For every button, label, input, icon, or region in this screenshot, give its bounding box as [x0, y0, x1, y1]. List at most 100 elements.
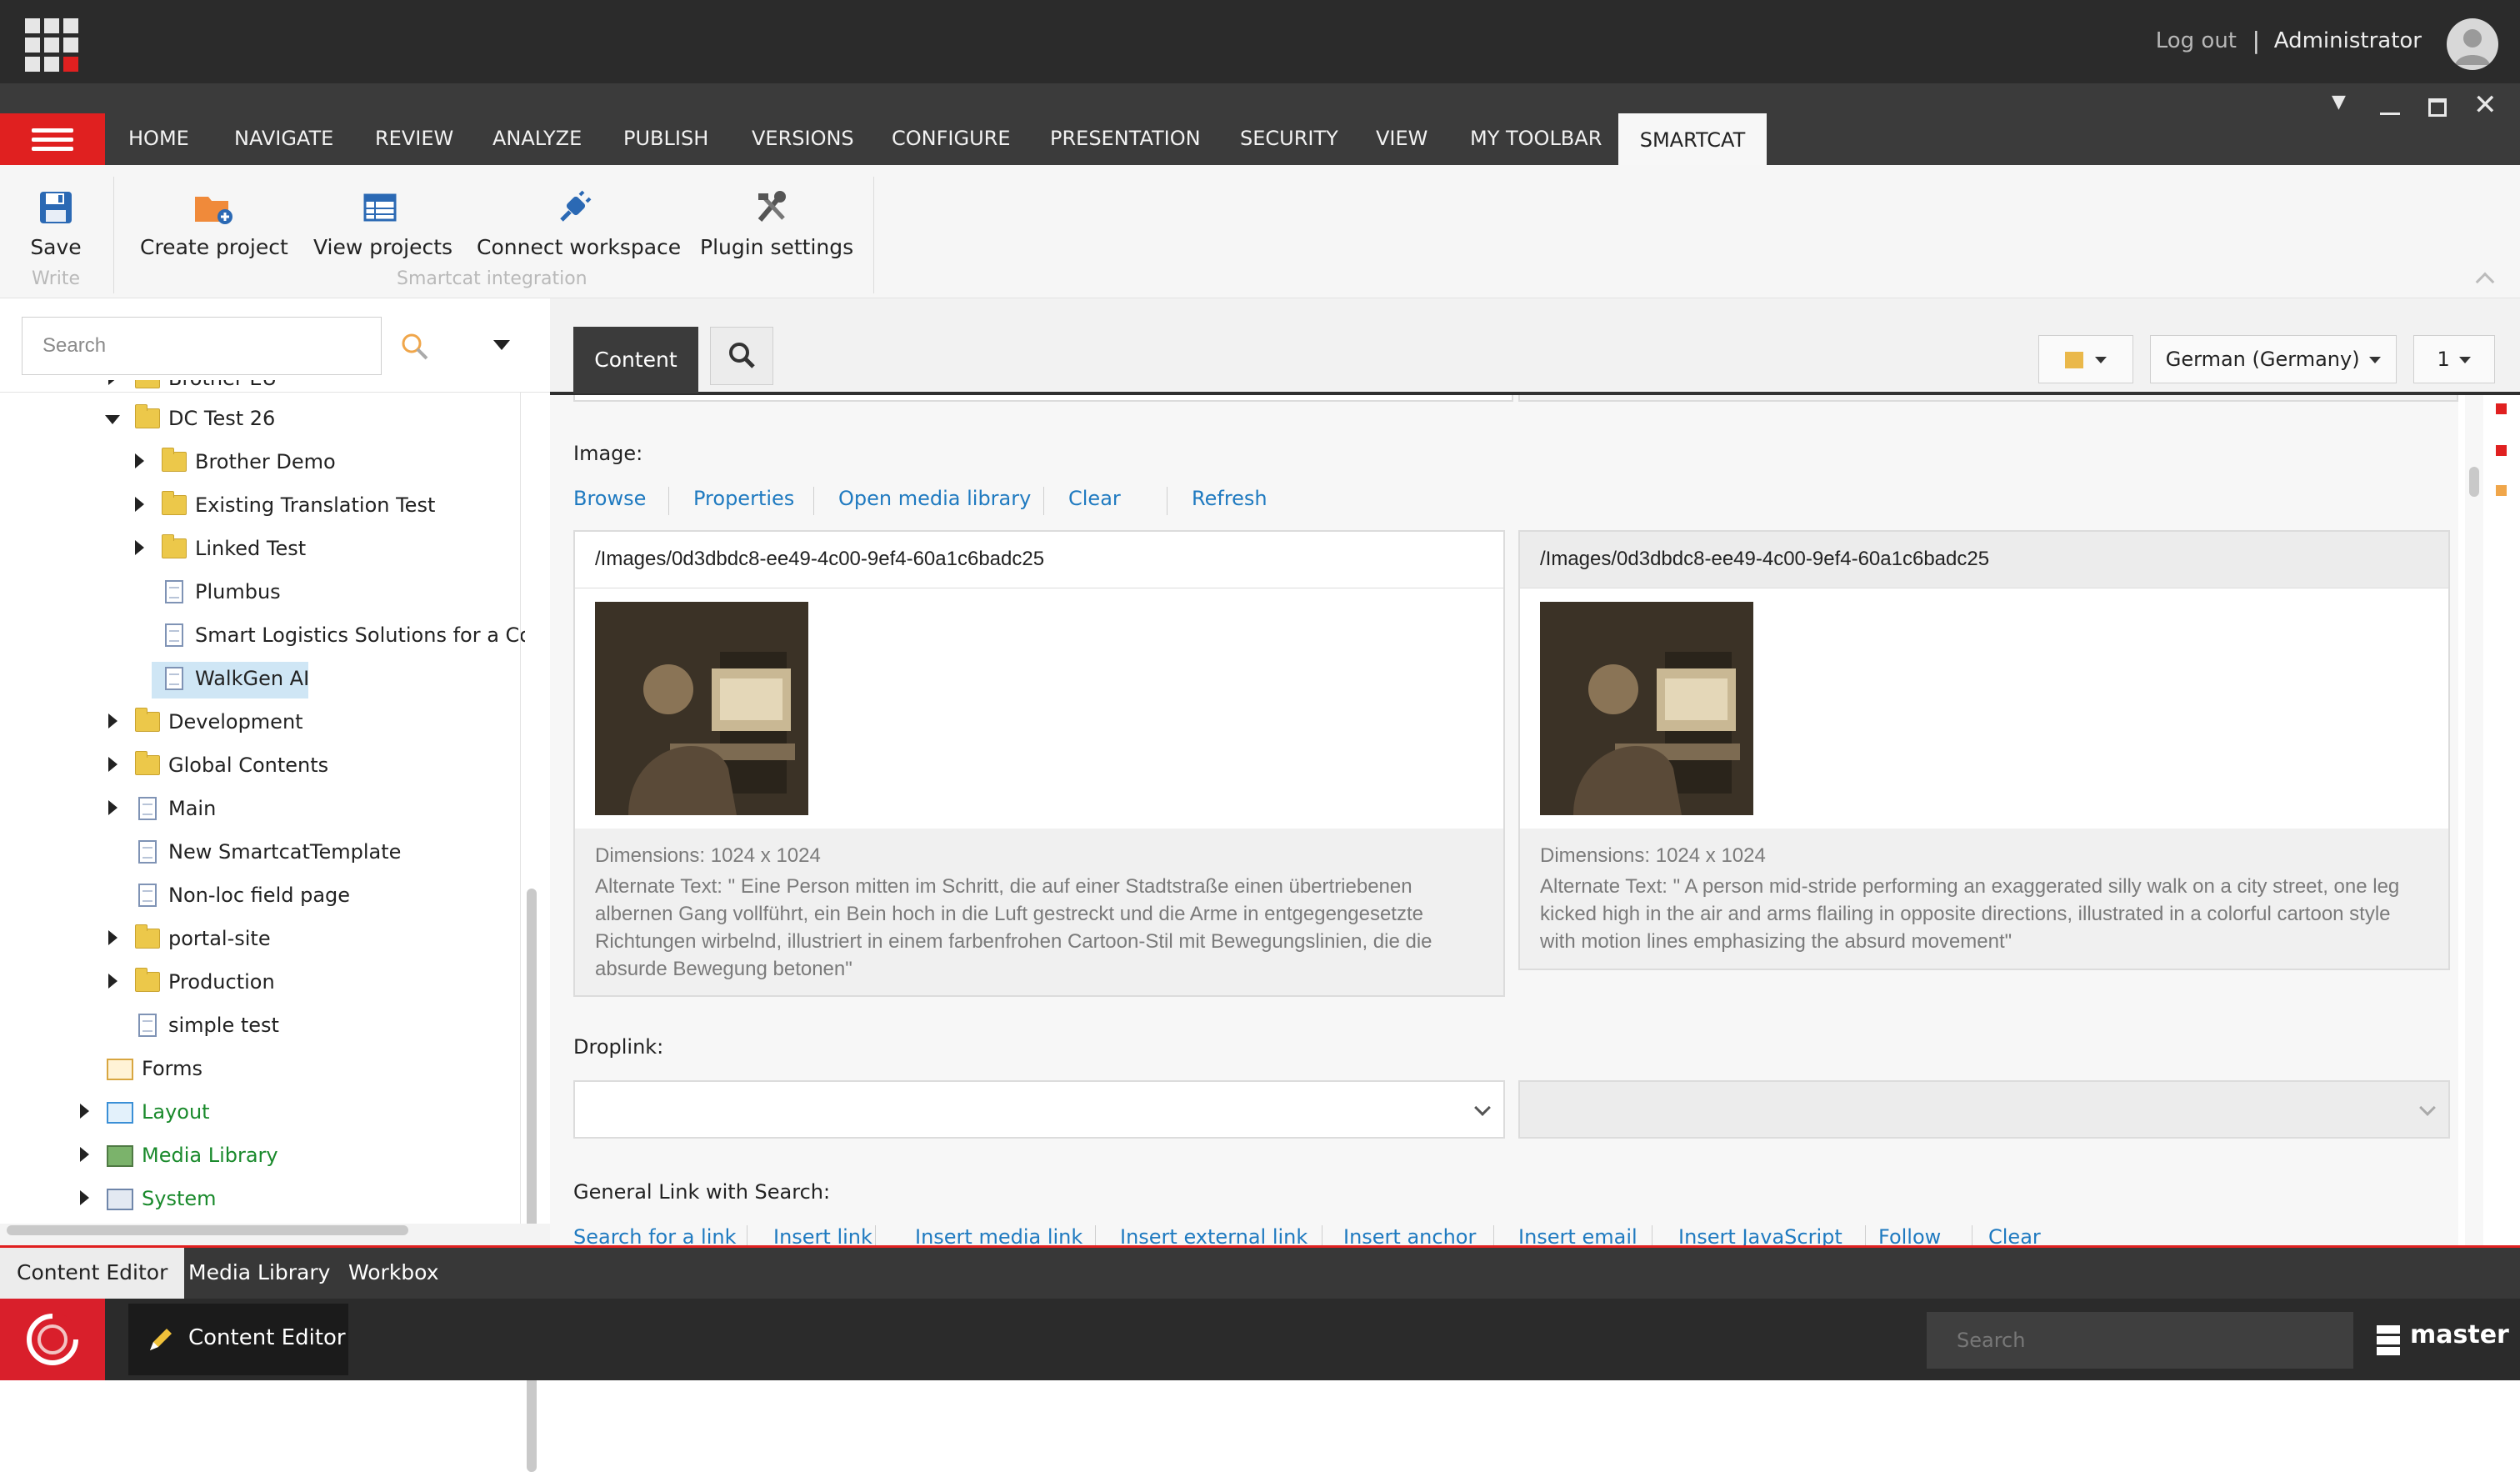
connect-workspace-button[interactable]: Connect workspace — [477, 190, 682, 259]
version-dropdown[interactable]: 1 — [2413, 335, 2495, 383]
content-editor-app-button[interactable]: Content Editor — [128, 1304, 348, 1375]
insert-media-link[interactable]: Insert media link — [915, 1225, 1082, 1245]
tab-view[interactable]: VIEW — [1376, 127, 1428, 150]
insert-external-link[interactable]: Insert external link — [1120, 1225, 1308, 1245]
image-thumbnail[interactable] — [595, 602, 808, 815]
tree-vertical-scrollbar[interactable] — [527, 889, 537, 1472]
expand-arrow-icon[interactable] — [108, 713, 118, 728]
tab-configure[interactable]: CONFIGURE — [892, 127, 1011, 150]
validation-marker[interactable] — [2496, 445, 2507, 456]
validation-marker[interactable] — [2496, 485, 2507, 496]
document-icon — [138, 884, 157, 907]
image-field-editable[interactable]: /Images/0d3dbdc8-ee49-4c00-9ef4-60a1c6ba… — [573, 530, 1505, 997]
open-media-library-link[interactable]: Open media library — [838, 487, 1031, 510]
forms-icon — [107, 1059, 133, 1080]
expand-arrow-icon[interactable] — [108, 974, 118, 989]
topbar-separator: | — [2252, 27, 2260, 54]
tab-content-editor[interactable]: Content Editor — [0, 1248, 185, 1299]
tab-presentation[interactable]: PRESENTATION — [1050, 127, 1201, 150]
folder-icon — [162, 491, 187, 515]
chevron-down-icon — [2094, 357, 2107, 363]
divider — [1865, 1225, 1866, 1245]
properties-link[interactable]: Properties — [693, 487, 794, 510]
tab-versions[interactable]: VERSIONS — [752, 127, 854, 150]
tab-content[interactable]: Content — [573, 327, 698, 393]
expand-arrow-icon[interactable] — [135, 497, 144, 512]
folder-icon — [162, 534, 187, 558]
tab-smartcat[interactable]: SMARTCAT — [1618, 113, 1767, 165]
global-search-input[interactable]: Search — [1927, 1312, 2353, 1369]
tab-review[interactable]: REVIEW — [375, 127, 453, 150]
tab-publish[interactable]: PUBLISH — [623, 127, 708, 150]
folder-icon — [135, 708, 160, 732]
tree-horizontal-scrollbar[interactable] — [7, 1225, 408, 1235]
language-dropdown[interactable]: German (Germany) — [2150, 335, 2397, 383]
search-tab-button[interactable] — [710, 327, 773, 385]
minimize-icon[interactable] — [2380, 90, 2400, 115]
search-icon[interactable] — [400, 332, 430, 362]
editor-header: Content German (Germany) 1 — [550, 298, 2520, 395]
tab-media-library[interactable]: Media Library — [172, 1248, 347, 1299]
plugin-settings-label: Plugin settings — [700, 235, 854, 259]
tab-home[interactable]: HOME — [128, 127, 189, 150]
close-icon[interactable]: ✕ — [2473, 88, 2498, 122]
insert-anchor[interactable]: Insert anchor — [1343, 1225, 1476, 1245]
chevron-down-icon[interactable]: ▼ — [2332, 92, 2346, 113]
collapse-arrow-icon[interactable] — [105, 415, 120, 424]
database-name[interactable]: master — [2410, 1320, 2509, 1349]
menu-icon[interactable] — [0, 113, 105, 165]
expand-arrow-icon[interactable] — [135, 453, 144, 468]
plugin-settings-button[interactable]: Plugin settings — [700, 190, 854, 259]
save-icon — [40, 192, 72, 223]
document-icon — [138, 840, 157, 864]
maximize-icon[interactable] — [2428, 98, 2447, 117]
expand-arrow-icon[interactable] — [80, 1104, 89, 1119]
create-project-button[interactable]: Create project — [140, 190, 288, 259]
insert-link[interactable]: Insert link — [773, 1225, 872, 1245]
tab-navigate[interactable]: NAVIGATE — [234, 127, 333, 150]
connect-workspace-label: Connect workspace — [477, 235, 682, 259]
search-options-chevron-icon[interactable] — [493, 340, 510, 350]
expand-arrow-icon[interactable] — [80, 1190, 89, 1205]
expand-arrow-icon[interactable] — [108, 930, 118, 945]
follow-link[interactable]: Follow — [1878, 1225, 1941, 1245]
divider — [668, 487, 669, 515]
tab-security[interactable]: SECURITY — [1240, 127, 1338, 150]
tab-my-toolbar[interactable]: MY TOOLBAR — [1470, 127, 1602, 150]
expand-arrow-icon[interactable] — [108, 800, 118, 815]
browse-link[interactable]: Browse — [573, 487, 646, 510]
insert-javascript[interactable]: Insert JavaScript — [1678, 1225, 1842, 1245]
scrollbar-thumb[interactable] — [2469, 467, 2479, 497]
lock-dropdown[interactable] — [2038, 335, 2133, 383]
logout-link[interactable]: Log out — [2156, 28, 2237, 53]
clear-image-link[interactable]: Clear — [1068, 487, 1121, 510]
user-name[interactable]: Administrator — [2274, 28, 2422, 53]
sitecore-logo-icon[interactable] — [0, 1299, 105, 1380]
refresh-link[interactable]: Refresh — [1192, 487, 1268, 510]
insert-email[interactable]: Insert email — [1518, 1225, 1638, 1245]
expand-arrow-icon[interactable] — [80, 1147, 89, 1162]
tab-workbox[interactable]: Workbox — [332, 1248, 456, 1299]
document-icon — [138, 1014, 157, 1037]
avatar[interactable] — [2447, 18, 2498, 70]
editor-vertical-scrollbar[interactable] — [2465, 395, 2483, 1245]
app-grid-icon[interactable] — [25, 18, 78, 72]
database-icon — [2377, 1325, 2400, 1355]
expand-arrow-icon[interactable] — [135, 540, 144, 555]
field-box-above — [1518, 395, 2458, 402]
validation-marker[interactable] — [2496, 403, 2507, 414]
collapse-ribbon-icon[interactable] — [2475, 272, 2495, 292]
general-link-label: General Link with Search: — [573, 1180, 831, 1204]
search-for-a-link[interactable]: Search for a link — [573, 1225, 737, 1245]
chevron-down-icon — [2459, 357, 2472, 363]
version-value: 1 — [2437, 348, 2450, 371]
divider — [520, 392, 521, 1225]
clear-link[interactable]: Clear — [1988, 1225, 2041, 1245]
document-icon — [165, 580, 183, 603]
view-projects-button[interactable]: View projects — [313, 190, 452, 259]
tab-analyze[interactable]: ANALYZE — [492, 127, 582, 150]
save-button[interactable]: Save — [20, 190, 92, 259]
expand-arrow-icon[interactable] — [108, 757, 118, 772]
droplink-select[interactable] — [573, 1080, 1505, 1139]
tree-search-input[interactable]: Search — [22, 317, 382, 375]
